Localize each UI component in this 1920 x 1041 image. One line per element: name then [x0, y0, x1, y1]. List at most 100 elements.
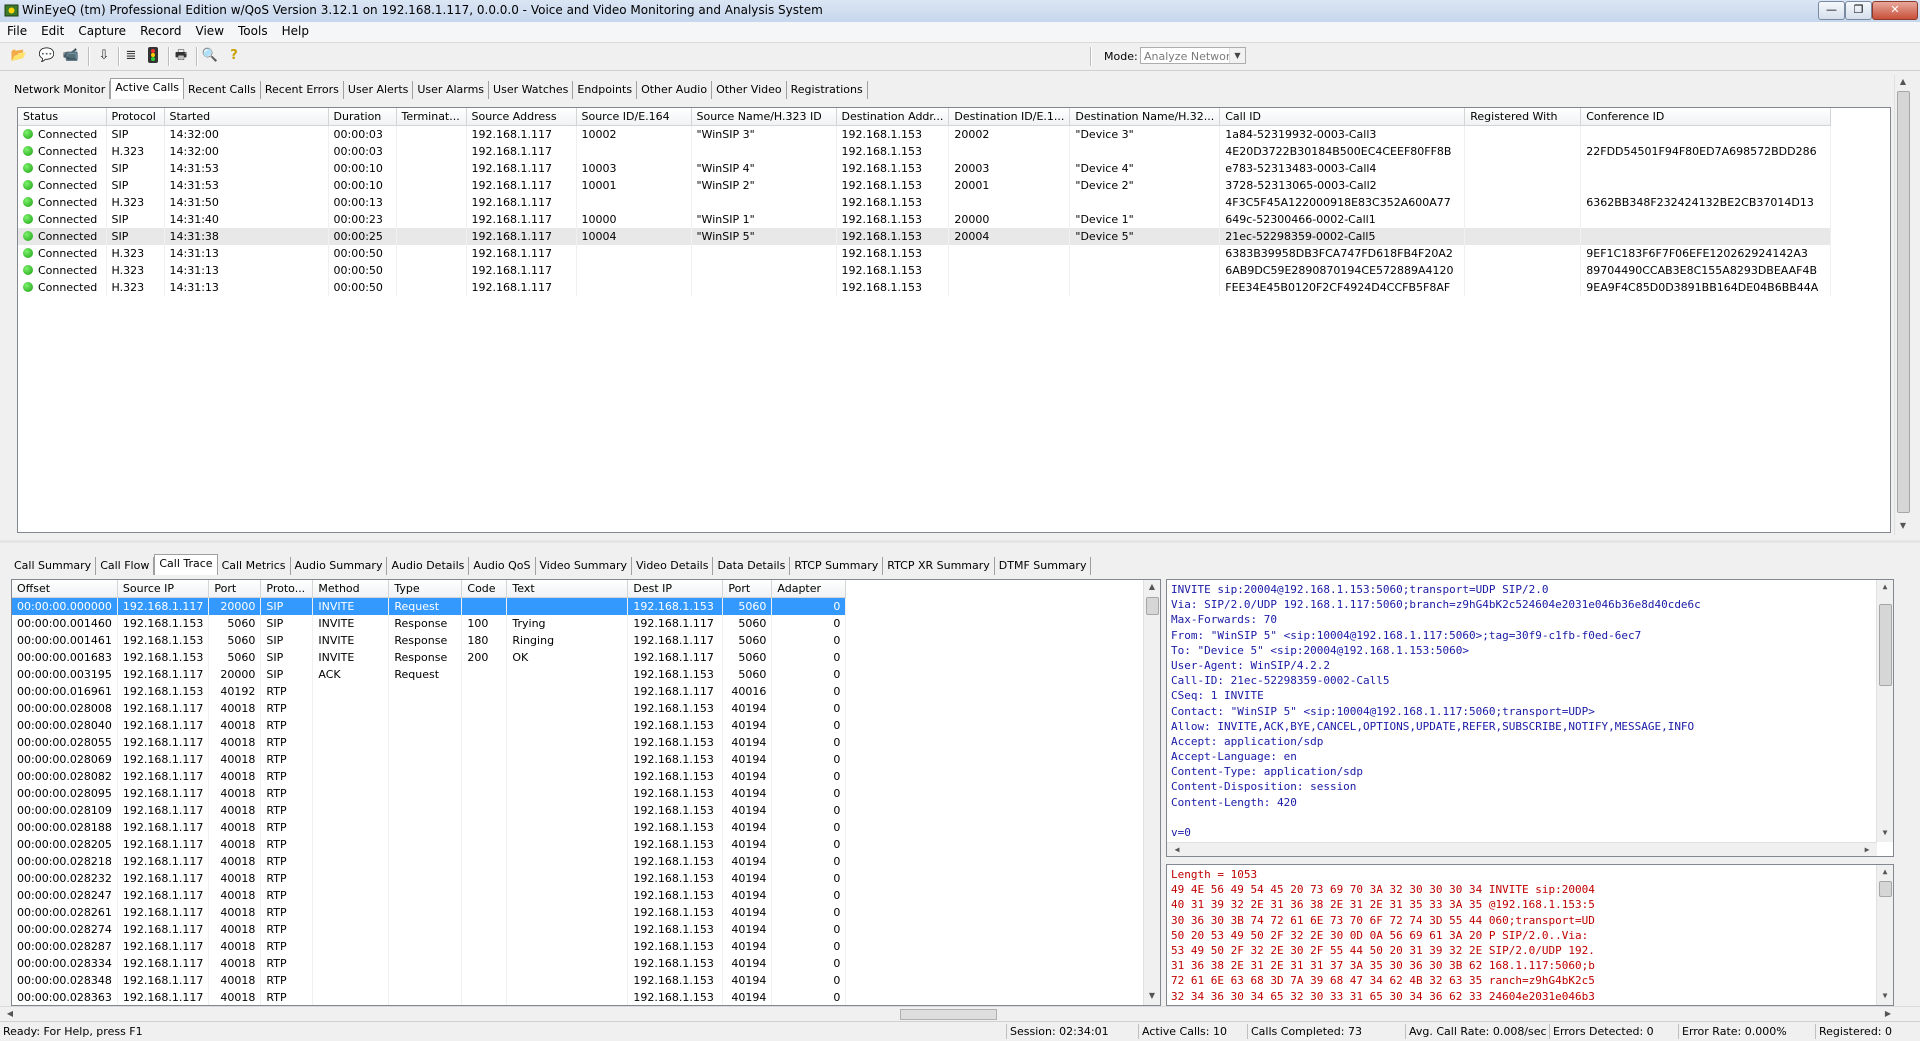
maximize-button[interactable]: ❐ — [1845, 1, 1872, 20]
tab-call-metrics[interactable]: Call Metrics — [218, 557, 291, 575]
printer-icon[interactable]: 🖶 — [171, 47, 191, 65]
trace-row[interactable]: 00:00:00.028109 192.168.1.117 40018 RTP 192.… — [12, 802, 847, 819]
menu-capture[interactable]: Capture — [71, 22, 133, 40]
table-row[interactable]: Connected H.323 14:31:13 00:00:50 192.168.1.… — [18, 262, 1832, 279]
trace-row[interactable]: 00:00:00.028069 192.168.1.117 40018 RTP 192.… — [12, 751, 847, 768]
column-header-call-id[interactable]: Call ID — [1219, 108, 1466, 126]
minimize-button[interactable]: — — [1818, 1, 1845, 20]
scroll-thumb[interactable] — [900, 1009, 997, 1020]
trace-column-header-port[interactable]: Port — [208, 580, 262, 598]
column-header-terminat[interactable]: Terminat... — [396, 108, 467, 126]
scroll-up-icon[interactable]: ▲ — [1877, 865, 1893, 879]
mode-select[interactable]: Analyze Network ▼ — [1140, 47, 1246, 64]
trace-row[interactable]: 00:00:00.028008 192.168.1.117 40018 RTP 192.… — [12, 700, 847, 717]
close-button[interactable]: ✕ — [1872, 1, 1918, 20]
tab-user-alerts[interactable]: User Alerts — [344, 81, 414, 99]
scroll-up-icon[interactable]: ▲ — [1144, 580, 1160, 594]
trace-row[interactable]: 00:00:00.028232 192.168.1.117 40018 RTP 192.… — [12, 870, 847, 887]
menu-help[interactable]: Help — [275, 22, 316, 40]
tab-call-summary[interactable]: Call Summary — [10, 557, 97, 575]
column-header-destination-id-e-1[interactable]: Destination ID/E.1... — [948, 108, 1071, 126]
tab-audio-summary[interactable]: Audio Summary — [291, 557, 388, 575]
trace-row[interactable]: 00:00:00.028095 192.168.1.117 40018 RTP 192.… — [12, 785, 847, 802]
help-icon[interactable]: ? — [224, 47, 244, 65]
tab-call-trace[interactable]: Call Trace — [154, 554, 218, 575]
trace-row[interactable]: 00:00:00.028205 192.168.1.117 40018 RTP 192.… — [12, 836, 847, 853]
table-row[interactable]: Connected SIP 14:32:00 00:00:03 192.168.1.11… — [18, 125, 1832, 143]
tab-call-flow[interactable]: Call Flow — [96, 557, 155, 575]
scroll-right-icon[interactable]: ▶ — [1880, 1007, 1896, 1021]
active-calls-table[interactable]: Status Protocol Started Duration Terminat...… — [17, 107, 1891, 533]
trace-column-header-dest-ip[interactable]: Dest IP — [627, 580, 724, 598]
table-row[interactable]: Connected H.323 14:32:00 00:00:03 192.168.1.… — [18, 143, 1832, 160]
scroll-thumb[interactable] — [1879, 604, 1892, 686]
trace-row[interactable]: 00:00:00.001461 192.168.1.153 5060 SIP INVIT… — [12, 632, 847, 649]
column-header-started[interactable]: Started — [164, 108, 329, 126]
trace-row[interactable]: 00:00:00.000000 192.168.1.117 20000 SIP INVI… — [12, 597, 847, 615]
tab-endpoints[interactable]: Endpoints — [573, 81, 638, 99]
scroll-thumb[interactable] — [1146, 597, 1159, 615]
trace-row[interactable]: 00:00:00.028218 192.168.1.117 40018 RTP 192.… — [12, 853, 847, 870]
trace-column-header-adapter[interactable]: Adapter — [771, 580, 847, 598]
tab-recent-calls[interactable]: Recent Calls — [184, 81, 261, 99]
table-row[interactable]: Connected SIP 14:31:38 00:00:25 192.168.1.11… — [18, 228, 1832, 245]
trace-row[interactable]: 00:00:00.028055 192.168.1.117 40018 RTP 192.… — [12, 734, 847, 751]
column-header-registered-with[interactable]: Registered With — [1464, 108, 1582, 126]
trace-column-header-text[interactable]: Text — [506, 580, 629, 598]
tab-user-alarms[interactable]: User Alarms — [413, 81, 490, 99]
scroll-up-icon[interactable]: ▲ — [1877, 580, 1893, 594]
trace-column-header-offset[interactable]: Offset — [12, 580, 118, 598]
tab-recent-errors[interactable]: Recent Errors — [261, 81, 344, 99]
stack-icon[interactable]: ≣ — [121, 47, 141, 65]
trace-column-header-code[interactable]: Code — [461, 580, 508, 598]
trace-row[interactable]: 00:00:00.016961 192.168.1.153 40192 RTP 192.… — [12, 683, 847, 700]
trace-row[interactable]: 00:00:00.028040 192.168.1.117 40018 RTP 192.… — [12, 717, 847, 734]
scroll-left-icon[interactable]: ◀ — [2, 1007, 18, 1021]
scroll-thumb[interactable] — [1897, 91, 1910, 513]
column-header-destination-name-h-32[interactable]: Destination Name/H.32... — [1069, 108, 1221, 126]
scroll-left-icon[interactable]: ◀ — [1169, 843, 1185, 856]
trace-row[interactable]: 00:00:00.003195 192.168.1.117 20000 SIP ACK R… — [12, 666, 847, 683]
magnifier-icon[interactable]: 🔍 — [200, 47, 220, 65]
tab-data-details[interactable]: Data Details — [713, 557, 791, 575]
sip-scrollbar[interactable]: ▲ ▼ — [1876, 580, 1893, 842]
scroll-down-icon[interactable]: ▼ — [1877, 826, 1893, 840]
tab-audio-qos[interactable]: Audio QoS — [469, 557, 536, 575]
download-icon[interactable]: ⇩ — [94, 47, 114, 65]
column-header-status[interactable]: Status — [18, 108, 107, 126]
chevron-down-icon[interactable]: ▼ — [1229, 48, 1245, 63]
tab-network-monitor[interactable]: Network Monitor — [10, 81, 111, 99]
tab-other-video[interactable]: Other Video — [712, 81, 787, 99]
traffic-light-icon[interactable] — [143, 47, 163, 65]
trace-row[interactable]: 00:00:00.028287 192.168.1.117 40018 RTP 192.… — [12, 938, 847, 955]
tab-video-summary[interactable]: Video Summary — [536, 557, 632, 575]
open-icon[interactable]: 📂 — [9, 47, 29, 65]
menu-view[interactable]: View — [189, 22, 231, 40]
top-pane-scrollbar[interactable]: ▲ ▼ — [1894, 75, 1911, 535]
tab-user-watches[interactable]: User Watches — [489, 81, 574, 99]
sip-message-pane[interactable]: INVITE sip:20004@192.168.1.153:5060;tran… — [1166, 579, 1894, 857]
main-hscrollbar[interactable]: ◀ ▶ — [0, 1006, 1920, 1021]
trace-row[interactable]: 00:00:00.001683 192.168.1.153 5060 SIP INVIT… — [12, 649, 847, 666]
trace-row[interactable]: 00:00:00.028247 192.168.1.117 40018 RTP 192.… — [12, 887, 847, 904]
trace-row[interactable]: 00:00:00.001460 192.168.1.153 5060 SIP INVIT… — [12, 615, 847, 632]
trace-row[interactable]: 00:00:00.028274 192.168.1.117 40018 RTP 192.… — [12, 921, 847, 938]
scroll-down-icon[interactable]: ▼ — [1144, 989, 1160, 1003]
trace-column-header-type[interactable]: Type — [388, 580, 463, 598]
tab-registrations[interactable]: Registrations — [787, 81, 868, 99]
scroll-down-icon[interactable]: ▼ — [1895, 519, 1911, 533]
column-header-protocol[interactable]: Protocol — [106, 108, 165, 126]
trace-column-header-method[interactable]: Method — [312, 580, 390, 598]
scroll-right-icon[interactable]: ▶ — [1859, 843, 1875, 856]
column-header-source-id-e-164[interactable]: Source ID/E.164 — [576, 108, 692, 126]
table-row[interactable]: Connected H.323 14:31:50 00:00:13 192.168.1.… — [18, 194, 1832, 211]
tab-audio-details[interactable]: Audio Details — [387, 557, 470, 575]
trace-column-header-source-ip[interactable]: Source IP — [117, 580, 210, 598]
chat-icon[interactable]: 💬 — [37, 47, 57, 65]
scroll-up-icon[interactable]: ▲ — [1895, 75, 1911, 89]
tab-rtcp-xr-summary[interactable]: RTCP XR Summary — [883, 557, 995, 575]
menu-file[interactable]: File — [0, 22, 34, 40]
table-row[interactable]: Connected SIP 14:31:53 00:00:10 192.168.1.11… — [18, 160, 1832, 177]
trace-row[interactable]: 00:00:00.028348 192.168.1.117 40018 RTP 192.… — [12, 972, 847, 989]
camera-icon[interactable]: 📹 — [61, 47, 81, 65]
